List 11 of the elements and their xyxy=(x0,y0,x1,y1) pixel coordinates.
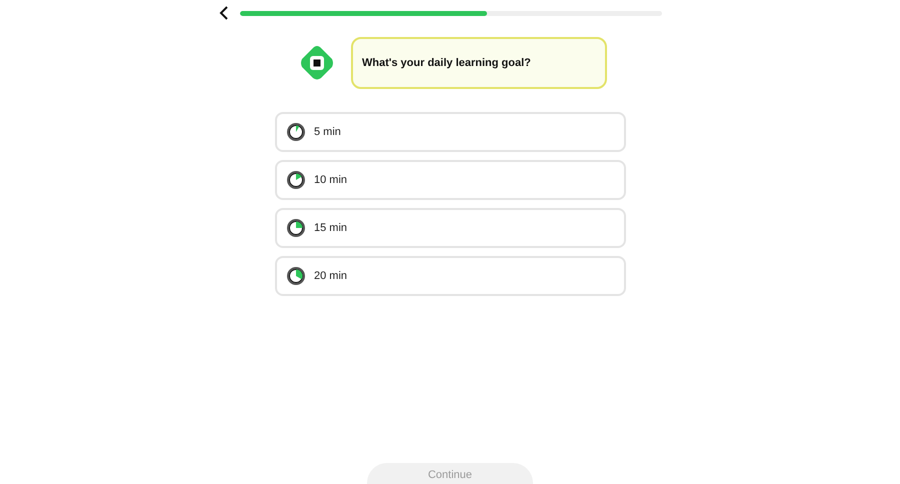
timer-icon xyxy=(287,219,305,237)
goal-option[interactable]: 5 min xyxy=(275,112,626,152)
timer-icon xyxy=(287,123,305,141)
goal-option[interactable]: 10 min xyxy=(275,160,626,200)
back-button[interactable] xyxy=(218,5,230,21)
goal-option[interactable]: 20 min xyxy=(275,256,626,296)
timer-icon xyxy=(287,267,305,285)
mascot-icon xyxy=(299,45,335,81)
prompt-text: What's your daily learning goal? xyxy=(362,56,531,71)
goal-option[interactable]: 15 min xyxy=(275,208,626,248)
timer-icon xyxy=(287,171,305,189)
